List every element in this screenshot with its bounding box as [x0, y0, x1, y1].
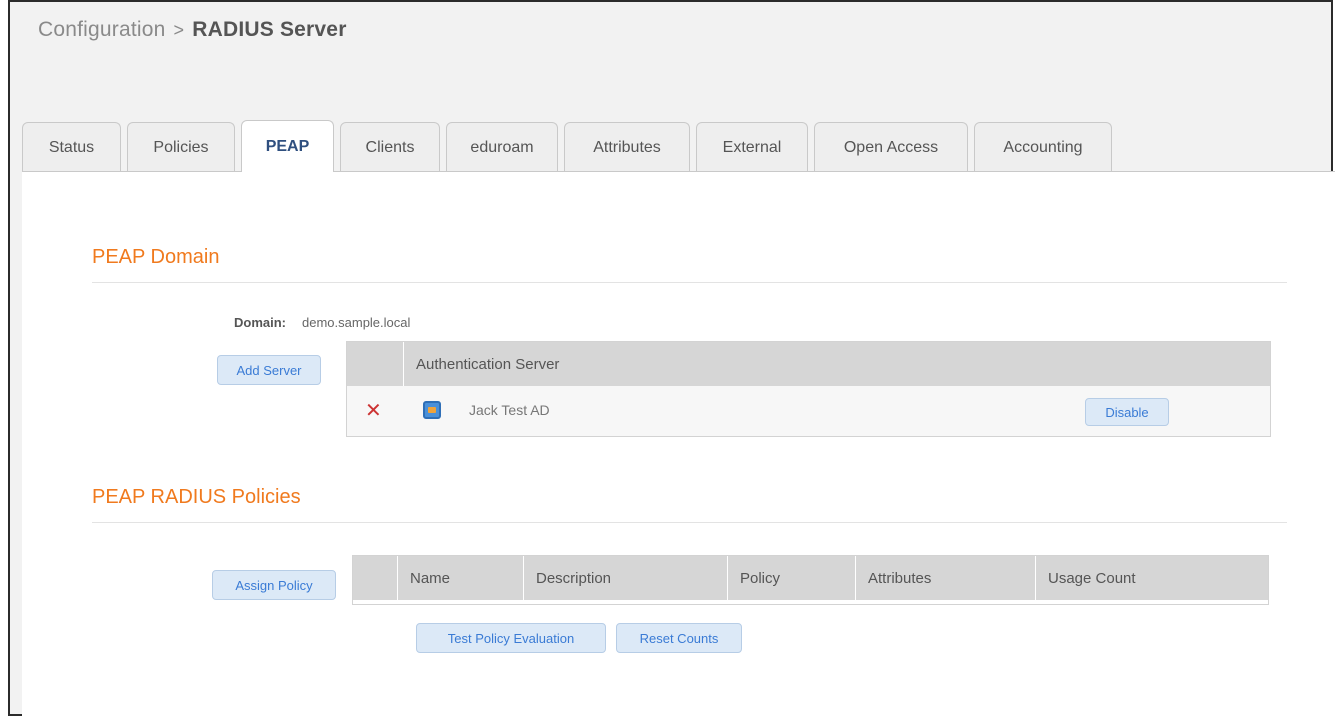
tab-attributes[interactable]: Attributes [564, 122, 690, 172]
peap-radius-policies-title: PEAP RADIUS Policies [92, 486, 301, 508]
authentication-server-table: Authentication Server ✕ Jack Test AD Dis… [346, 341, 1271, 437]
tab-eduroam[interactable]: eduroam [446, 122, 558, 172]
tab-clients[interactable]: Clients [340, 122, 440, 172]
section-divider [92, 282, 1287, 283]
page-frame: Configuration > RADIUS Server Status Polic… [8, 0, 1335, 717]
assign-policy-button[interactable]: Assign Policy [212, 570, 336, 600]
table-header: Name Description Policy Attributes Usage… [353, 556, 1268, 600]
tab-peap[interactable]: PEAP [241, 120, 334, 172]
tab-external[interactable]: External [696, 122, 808, 172]
peap-domain-title: PEAP Domain [92, 246, 220, 268]
column-header-description[interactable]: Description [523, 556, 727, 600]
domain-label: Domain: [234, 315, 286, 330]
column-header-usage-count[interactable]: Usage Count [1035, 556, 1268, 600]
column-header-attributes[interactable]: Attributes [855, 556, 1035, 600]
table-header-spacer [347, 342, 403, 386]
breadcrumb-current: RADIUS Server [192, 18, 347, 41]
column-header-name[interactable]: Name [397, 556, 523, 600]
table-row: ✕ Jack Test AD Disable [347, 386, 1270, 436]
disable-button[interactable]: Disable [1085, 398, 1169, 426]
add-server-button[interactable]: Add Server [217, 355, 321, 385]
test-policy-evaluation-button[interactable]: Test Policy Evaluation [416, 623, 606, 653]
section-divider [92, 522, 1287, 523]
breadcrumb: Configuration > RADIUS Server [38, 18, 347, 42]
tab-accounting[interactable]: Accounting [974, 122, 1112, 172]
delete-x-icon[interactable]: ✕ [365, 398, 382, 423]
breadcrumb-separator: > [173, 20, 185, 40]
breadcrumb-parent[interactable]: Configuration [38, 18, 166, 41]
column-header-policy[interactable]: Policy [727, 556, 855, 600]
tab-open-access[interactable]: Open Access [814, 122, 968, 172]
tab-bar: Status Policies PEAP Clients eduroam Att… [22, 120, 1118, 172]
column-header-authentication-server: Authentication Server [403, 342, 1270, 386]
table-header-spacer [353, 556, 397, 600]
tab-policies[interactable]: Policies [127, 122, 235, 172]
tab-content-panel: PEAP Domain Domain: demo.sample.local Ad… [22, 171, 1335, 717]
server-icon [423, 401, 441, 419]
tab-status[interactable]: Status [22, 122, 121, 172]
reset-counts-button[interactable]: Reset Counts [616, 623, 742, 653]
policies-table: Name Description Policy Attributes Usage… [352, 555, 1269, 605]
domain-value: demo.sample.local [302, 315, 411, 330]
table-header: Authentication Server [347, 342, 1270, 386]
server-name: Jack Test AD [469, 402, 550, 418]
